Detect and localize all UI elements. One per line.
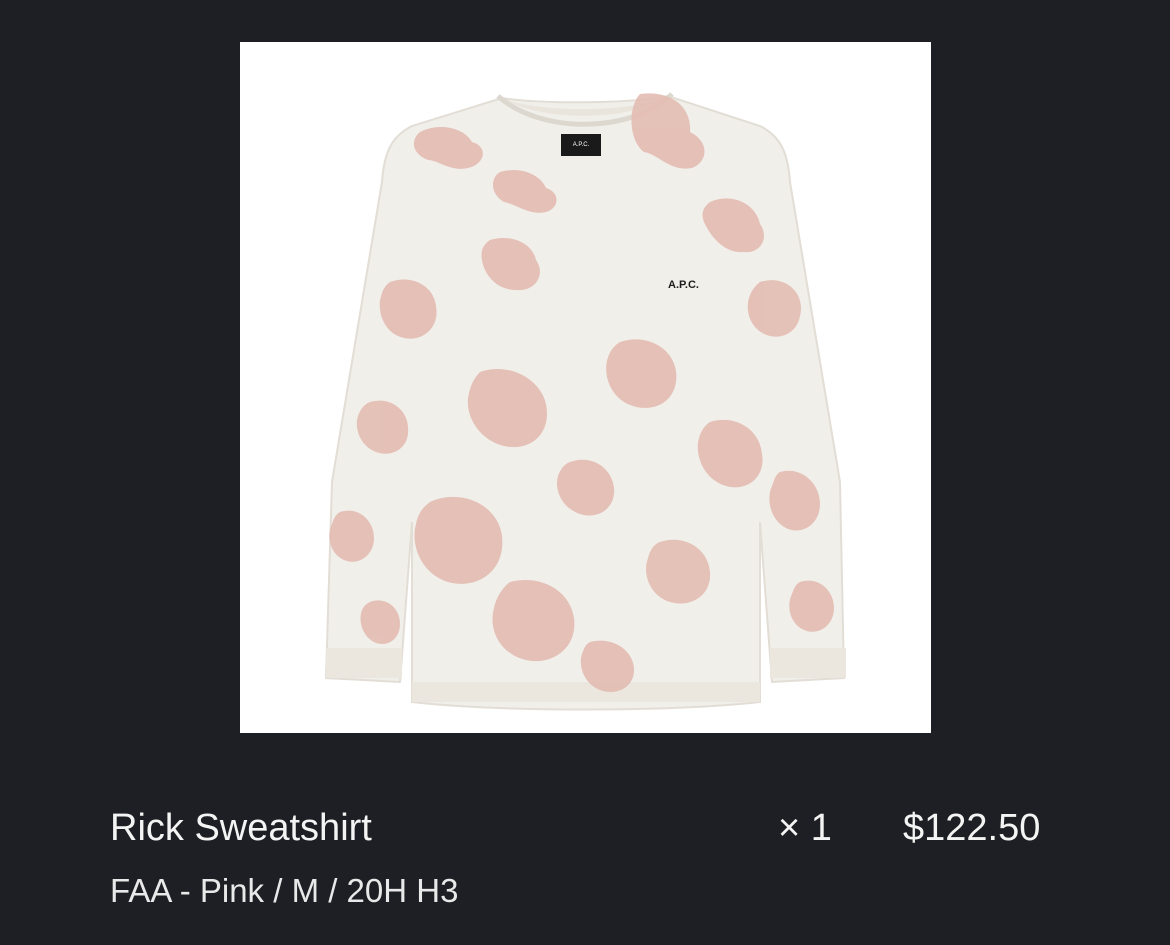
price: $122.50 xyxy=(903,807,1041,849)
cart-line-item: A.P.C. A.P.C. Rick Sweatshirt FAA - Pink… xyxy=(0,0,1170,945)
product-image[interactable]: A.P.C. A.P.C. xyxy=(240,42,931,733)
quantity: × 1 xyxy=(778,807,832,849)
product-variant: FAA - Pink / M / 20H H3 xyxy=(110,872,459,909)
product-name[interactable]: Rick Sweatshirt xyxy=(110,805,372,851)
sweatshirt-illustration: A.P.C. A.P.C. xyxy=(240,42,931,733)
neck-label-text: A.P.C. xyxy=(573,142,590,148)
chest-logo-text: A.P.C. xyxy=(668,279,699,291)
